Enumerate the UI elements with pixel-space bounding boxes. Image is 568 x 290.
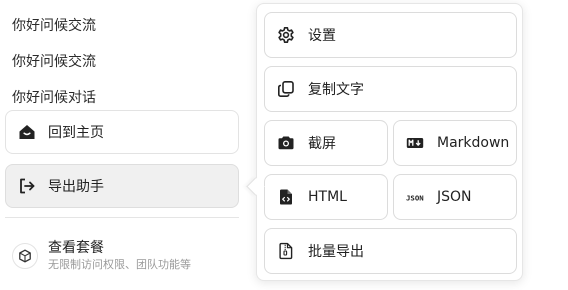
batch-export-button[interactable]: 批量导出 (264, 228, 517, 274)
json-button[interactable]: JSON JSON (393, 174, 517, 220)
svg-text:JSON: JSON (406, 193, 424, 202)
batch-export-label: 批量导出 (308, 244, 364, 260)
export-arrow-icon (18, 177, 36, 195)
markdown-button[interactable]: Markdown (393, 120, 517, 166)
code-file-icon (277, 188, 295, 206)
camera-icon (277, 134, 295, 152)
gear-icon (277, 26, 295, 44)
cube-icon (12, 243, 38, 269)
divider (5, 217, 239, 218)
plan-text: 查看套餐 无限制访问权限、团队功能等 (48, 239, 191, 273)
conversation-item[interactable]: 你好问候对话 (12, 88, 96, 108)
markdown-label: Markdown (437, 135, 510, 151)
settings-label: 设置 (308, 28, 336, 44)
plan-subtitle: 无限制访问权限、团队功能等 (48, 258, 191, 271)
html-button[interactable]: HTML (264, 174, 388, 220)
conversation-item[interactable]: 你好问候交流 (12, 52, 96, 72)
app-root: 你好问候交流 你好问候交流 你好问候对话 回到主页 导出助手 查看套餐 无限制访… (0, 0, 568, 290)
markdown-icon (406, 134, 424, 152)
house-icon (18, 123, 36, 141)
html-label: HTML (308, 189, 347, 205)
view-plans-button[interactable]: 查看套餐 无限制访问权限、团队功能等 (12, 238, 240, 274)
conversation-item[interactable]: 你好问候交流 (12, 16, 96, 36)
json-icon: JSON (406, 188, 424, 206)
copy-icon (277, 80, 295, 98)
export-label: 导出助手 (48, 179, 104, 195)
json-label: JSON (437, 189, 472, 205)
home-label: 回到主页 (48, 125, 104, 141)
copy-text-label: 复制文字 (308, 82, 364, 98)
export-popover: 设置 复制文字 截屏 Markdown HTML JSON JSON 批量导出 (256, 3, 523, 281)
screenshot-label: 截屏 (308, 136, 336, 152)
export-assistant-button[interactable]: 导出助手 (5, 164, 239, 208)
screenshot-button[interactable]: 截屏 (264, 120, 388, 166)
home-button[interactable]: 回到主页 (5, 110, 239, 154)
settings-button[interactable]: 设置 (264, 12, 517, 58)
copy-text-button[interactable]: 复制文字 (264, 66, 517, 112)
plan-title: 查看套餐 (48, 240, 104, 256)
file-zip-icon (277, 242, 295, 260)
